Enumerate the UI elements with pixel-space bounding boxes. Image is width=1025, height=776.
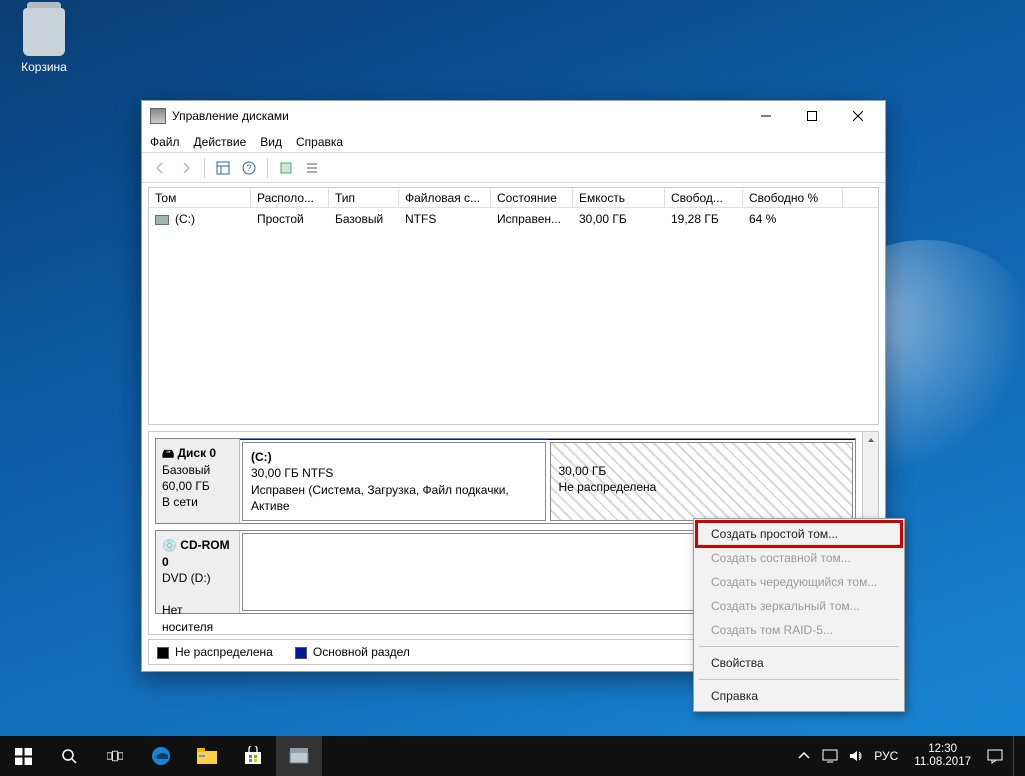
- vol-free: 19,28 ГБ: [665, 210, 743, 228]
- taskbar-edge[interactable]: [138, 736, 184, 776]
- toolbar-refresh-button[interactable]: [274, 156, 298, 180]
- partition-line1: 30,00 ГБ NTFS: [251, 466, 333, 480]
- volume-list-header[interactable]: Том Располо... Тип Файловая с... Состоян…: [149, 188, 878, 208]
- toolbar-separator: [267, 158, 268, 178]
- legend-primary: Основной раздел: [313, 645, 410, 659]
- app-icon: [150, 108, 166, 124]
- col-status[interactable]: Состояние: [491, 189, 573, 207]
- volume-list[interactable]: Том Располо... Тип Файловая с... Состоян…: [148, 187, 879, 425]
- titlebar[interactable]: Управление дисками: [142, 101, 885, 131]
- context-menu-separator: [699, 679, 899, 680]
- disk-type: Базовый: [162, 463, 210, 477]
- disk-type: DVD (D:): [162, 571, 211, 585]
- partition-unallocated[interactable]: 30,00 ГБ Не распределена: [550, 442, 854, 521]
- disk-label[interactable]: 🖴 Диск 0 Базовый 60,00 ГБ В сети: [156, 439, 240, 523]
- tray-language[interactable]: РУС: [874, 749, 898, 763]
- col-type[interactable]: Тип: [329, 189, 399, 207]
- menu-view[interactable]: Вид: [260, 135, 282, 149]
- ctx-create-simple-volume[interactable]: Создать простой том...: [697, 522, 901, 546]
- col-capacity[interactable]: Емкость: [573, 189, 665, 207]
- ctx-create-striped-volume[interactable]: Создать чередующийся том...: [697, 570, 901, 594]
- volume-row[interactable]: (C:) Простой Базовый NTFS Исправен... 30…: [149, 208, 878, 230]
- clock-time: 12:30: [914, 743, 971, 756]
- tray-vm-icon[interactable]: [822, 748, 838, 764]
- disk-state: В сети: [162, 495, 198, 509]
- back-button[interactable]: [148, 156, 172, 180]
- desktop-icon-recycle-bin[interactable]: Корзина: [12, 8, 76, 74]
- ctx-properties[interactable]: Свойства: [697, 651, 901, 675]
- maximize-button[interactable]: [789, 102, 835, 130]
- disk-icon: [155, 215, 169, 225]
- col-free-pct[interactable]: Свободно %: [743, 189, 843, 207]
- col-fs[interactable]: Файловая с...: [399, 189, 491, 207]
- partition-c[interactable]: (C:) 30,00 ГБ NTFS Исправен (Система, За…: [242, 442, 546, 521]
- recycle-bin-label: Корзина: [12, 60, 76, 74]
- legend-unalloc: Не распределена: [175, 645, 273, 659]
- partition-line2: Не распределена: [559, 480, 657, 494]
- disk-state: Нет носителя: [162, 603, 213, 633]
- scroll-up-icon[interactable]: [863, 432, 878, 448]
- col-free[interactable]: Свобод...: [665, 189, 743, 207]
- clock-date: 11.08.2017: [914, 756, 971, 769]
- minimize-button[interactable]: [743, 102, 789, 130]
- recycle-bin-icon: [23, 8, 65, 56]
- disk-label[interactable]: 💿 CD-ROM 0 DVD (D:) Нет носителя: [156, 531, 240, 613]
- show-desktop-button[interactable]: [1013, 736, 1019, 776]
- taskbar-store[interactable]: [230, 736, 276, 776]
- menu-help[interactable]: Справка: [296, 135, 343, 149]
- tray-clock[interactable]: 12:30 11.08.2017: [908, 743, 977, 769]
- ctx-help[interactable]: Справка: [697, 684, 901, 708]
- tray-chevron-up-icon[interactable]: [796, 748, 812, 764]
- menubar: Файл Действие Вид Справка: [142, 131, 885, 153]
- vol-status: Исправен...: [491, 210, 573, 228]
- partition-line1: 30,00 ГБ: [559, 464, 607, 478]
- tray-volume-icon[interactable]: [848, 748, 864, 764]
- vol-free-pct: 64 %: [743, 210, 843, 228]
- context-menu-separator: [699, 646, 899, 647]
- legend-swatch-unalloc: [157, 647, 169, 659]
- close-button[interactable]: [835, 102, 881, 130]
- disk-size: 60,00 ГБ: [162, 479, 210, 493]
- ctx-create-mirrored-volume[interactable]: Создать зеркальный том...: [697, 594, 901, 618]
- vol-fs: NTFS: [399, 210, 491, 228]
- toolbar-list-button[interactable]: [300, 156, 324, 180]
- context-menu: Создать простой том... Создать составной…: [693, 518, 905, 712]
- ctx-create-raid5-volume[interactable]: Создать том RAID-5...: [697, 618, 901, 642]
- vol-name: (C:): [175, 212, 195, 226]
- taskbar-disk-management[interactable]: [276, 736, 322, 776]
- forward-button[interactable]: [174, 156, 198, 180]
- partition-title: (C:): [251, 449, 537, 465]
- partition-line2: Исправен (Система, Загрузка, Файл подкач…: [251, 483, 509, 513]
- window-controls: [743, 102, 881, 130]
- svg-text:?: ?: [246, 163, 251, 173]
- search-button[interactable]: [46, 736, 92, 776]
- start-button[interactable]: [0, 736, 46, 776]
- window-title: Управление дисками: [172, 109, 289, 123]
- tray-action-center-icon[interactable]: [987, 748, 1003, 764]
- toolbar-help-icon[interactable]: ?: [237, 156, 261, 180]
- menu-action[interactable]: Действие: [194, 135, 247, 149]
- col-layout[interactable]: Располо...: [251, 189, 329, 207]
- vol-capacity: 30,00 ГБ: [573, 210, 665, 228]
- toolbar: ?: [142, 153, 885, 183]
- task-view-button[interactable]: [92, 736, 138, 776]
- menu-file[interactable]: Файл: [150, 135, 180, 149]
- legend-swatch-primary: [295, 647, 307, 659]
- toolbar-view-button[interactable]: [211, 156, 235, 180]
- taskbar[interactable]: РУС 12:30 11.08.2017: [0, 736, 1025, 776]
- toolbar-separator: [204, 158, 205, 178]
- ctx-create-spanned-volume[interactable]: Создать составной том...: [697, 546, 901, 570]
- taskbar-explorer[interactable]: [184, 736, 230, 776]
- vol-layout: Простой: [251, 210, 329, 228]
- col-volume[interactable]: Том: [149, 189, 251, 207]
- vol-type: Базовый: [329, 210, 399, 228]
- disk-row-disk0: 🖴 Диск 0 Базовый 60,00 ГБ В сети (C:) 30…: [155, 438, 856, 524]
